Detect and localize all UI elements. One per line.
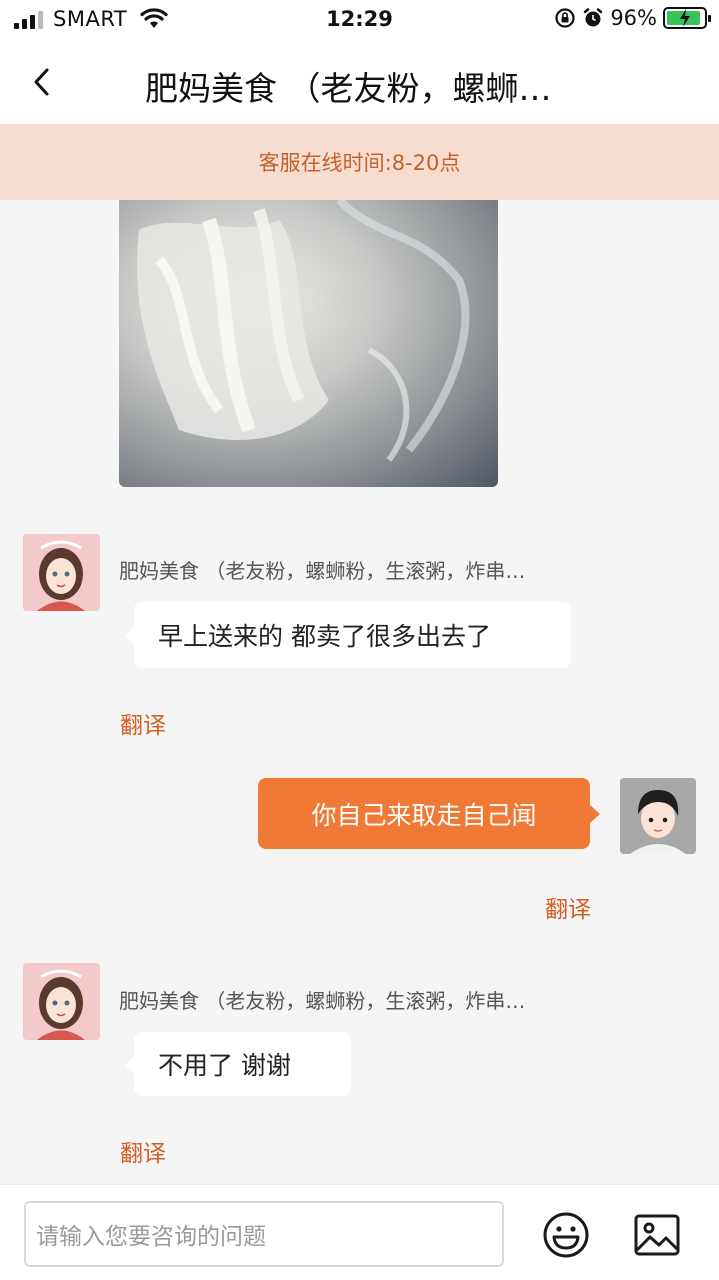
wifi-icon xyxy=(140,8,168,28)
input-placeholder: 请输入您要咨询的问题 xyxy=(36,1224,266,1250)
signal-icon xyxy=(14,11,43,29)
status-bar: SMART 12:29 96% xyxy=(0,0,719,40)
back-button[interactable] xyxy=(22,62,62,102)
message-bubble[interactable]: 不用了 谢谢 xyxy=(125,1032,351,1096)
user-avatar[interactable] xyxy=(620,778,696,854)
translate-link[interactable]: 翻译 xyxy=(545,890,591,924)
service-hours-banner: 客服在线时间:8-20点 xyxy=(0,124,719,200)
message-list[interactable]: 肥妈美食 （老友粉，螺蛳粉，生滚粥，炸串… 早上送来的 都卖了很多出去了 翻译 … xyxy=(0,200,719,1184)
message-text: 不用了 谢谢 xyxy=(158,1051,291,1080)
sender-name: 肥妈美食 （老友粉，螺蛳粉，生滚粥，炸串… xyxy=(119,559,526,583)
message-text: 早上送来的 都卖了很多出去了 xyxy=(158,622,491,651)
alarm-icon xyxy=(584,8,603,27)
back-icon xyxy=(34,68,49,96)
message-bubble[interactable]: 早上送来的 都卖了很多出去了 xyxy=(125,602,571,668)
translate-link[interactable]: 翻译 xyxy=(120,1134,166,1168)
shop-avatar[interactable] xyxy=(23,963,100,1040)
page-title: 肥妈美食 （老友粉，螺蛳… xyxy=(145,69,552,108)
chat-screen: SMART 12:29 96% 肥妈美食 （老友粉，螺蛳… 客服在线时间:8-2… xyxy=(0,0,719,1280)
shop-avatar[interactable] xyxy=(23,534,100,611)
battery-percent: 96% xyxy=(610,6,657,30)
shared-photo[interactable] xyxy=(119,200,498,487)
carrier-label: SMART xyxy=(53,7,128,31)
message-bubble-outgoing[interactable]: 你自己来取走自己闻 xyxy=(258,778,600,849)
battery-icon xyxy=(663,7,711,29)
message-input[interactable]: 请输入您要咨询的问题 xyxy=(24,1201,504,1267)
message-text: 你自己来取走自己闻 xyxy=(311,800,537,830)
service-hours-text: 客服在线时间:8-20点 xyxy=(258,151,461,175)
input-bar: 请输入您要咨询的问题 xyxy=(0,1184,719,1280)
nav-bar: 肥妈美食 （老友粉，螺蛳… xyxy=(0,40,719,124)
translate-link[interactable]: 翻译 xyxy=(120,706,166,740)
lock-rotation-icon xyxy=(555,8,575,28)
emoji-icon[interactable] xyxy=(541,1210,591,1260)
sender-name: 肥妈美食 （老友粉，螺蛳粉，生滚粥，炸串… xyxy=(119,989,526,1013)
image-icon[interactable] xyxy=(632,1210,682,1260)
